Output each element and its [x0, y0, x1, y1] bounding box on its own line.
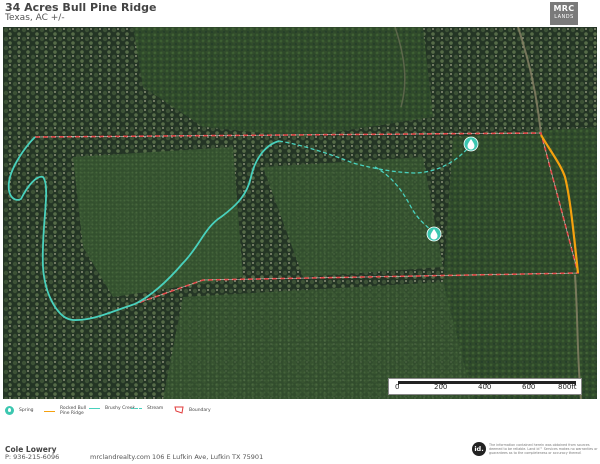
- scale-label: 800ft: [558, 383, 577, 391]
- legend-label: Stream: [147, 406, 164, 411]
- logo-text-mrc: MRC: [553, 4, 575, 13]
- aerial-map[interactable]: 0 200 400 600 800ft: [3, 27, 597, 399]
- spring-icon: [5, 406, 14, 415]
- spring-marker-south[interactable]: [426, 226, 442, 242]
- scale-bar: 0 200 400 600 800ft: [388, 378, 582, 395]
- legend-label: Rocked Bull Pine Ridge: [60, 406, 86, 416]
- boundary-polygon-icon: [174, 406, 184, 414]
- website-link[interactable]: mrclandrealty.com: [90, 453, 150, 461]
- stream-line-swatch: [131, 408, 142, 409]
- map-subtitle: Texas, AC +/-: [5, 13, 65, 23]
- land-id-logo-icon: id.: [472, 442, 486, 456]
- map-canvas: [3, 27, 597, 399]
- scale-label: 600: [522, 383, 536, 391]
- scale-label: 200: [434, 383, 448, 391]
- legend-label-line2: Pine Ridge: [60, 411, 84, 416]
- disclaimer-text: The information contained herein was obt…: [489, 443, 598, 455]
- map-footer: Cole Lowery P: 936-215-6096 mrclandrealt…: [0, 440, 600, 464]
- legend-item-spring: Spring: [5, 406, 34, 415]
- legend-label: Spring: [19, 408, 34, 413]
- pine-stand-east: [443, 127, 597, 399]
- road-line-swatch: [44, 410, 55, 412]
- logo-text-lands: LANDS: [554, 14, 574, 20]
- agent-phone[interactable]: P: 936-215-6096: [5, 453, 59, 461]
- creek-line-swatch: [89, 408, 100, 409]
- legend-item-stream: Stream: [131, 406, 163, 411]
- spring-marker-north[interactable]: [463, 136, 479, 152]
- map-header: 34 Acres Bull Pine Ridge Texas, AC +/- M…: [0, 0, 600, 26]
- legend-label: Boundary: [189, 407, 211, 413]
- map-legend: Spring Rocked Bull Pine Ridge Brushy Cre…: [0, 402, 600, 420]
- legend-item-road: Rocked Bull Pine Ridge: [44, 406, 86, 416]
- scale-label: 400: [478, 383, 492, 391]
- mrc-lands-logo: MRC LANDS: [550, 2, 578, 25]
- legend-item-creek: Brushy Creek: [89, 406, 135, 411]
- legend-item-boundary: Boundary: [174, 406, 211, 414]
- scale-label: 0: [395, 383, 400, 391]
- office-address: 106 E Lufkin Ave, Lufkin TX 75901: [152, 453, 264, 461]
